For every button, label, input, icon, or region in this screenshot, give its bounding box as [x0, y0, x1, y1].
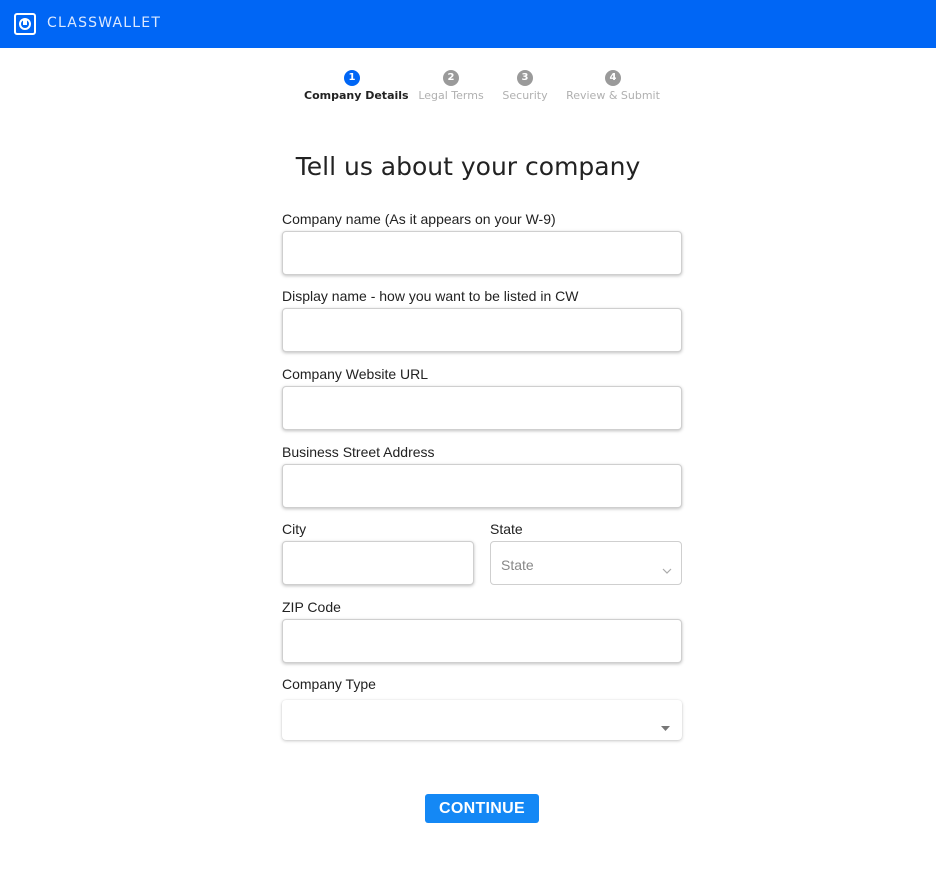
zip-label: ZIP Code [282, 599, 341, 615]
step-number: 4 [605, 70, 621, 86]
page-title: Tell us about your company [295, 152, 641, 181]
top-bar: CLASSWALLET [0, 0, 936, 48]
step-legal-terms: 2 Legal Terms [416, 70, 486, 102]
step-label: Review & Submit [566, 89, 660, 102]
city-label: City [282, 521, 307, 537]
company-name-input[interactable] [282, 231, 682, 275]
step-label: Security [502, 89, 548, 102]
brand-name: CLASSWALLET [47, 15, 162, 31]
caret-down-icon [661, 718, 670, 736]
zip-input[interactable] [282, 619, 682, 663]
city-input[interactable] [282, 541, 474, 585]
company-type-select[interactable] [282, 700, 682, 740]
website-label: Company Website URL [282, 366, 429, 382]
progress-stepper: 1 Company Details 2 Legal Terms 3 Securi… [0, 70, 936, 110]
classwallet-logo-icon [14, 13, 36, 35]
step-number: 1 [344, 70, 360, 86]
continue-button[interactable]: CONTINUE [425, 794, 539, 823]
step-company-details: 1 Company Details [304, 70, 409, 102]
state-select[interactable]: State [490, 541, 682, 585]
display-name-label: Display name - how you want to be listed… [282, 288, 579, 304]
chevron-down-icon [662, 561, 672, 579]
website-input[interactable] [282, 386, 682, 430]
state-placeholder: State [501, 557, 534, 573]
step-label: Legal Terms [418, 89, 484, 102]
step-label: Company Details [304, 89, 409, 102]
street-address-input[interactable] [282, 464, 682, 508]
step-review-submit: 4 Review & Submit [565, 70, 661, 102]
step-security: 3 Security [500, 70, 550, 102]
company-name-label: Company name (As it appears on your W-9) [282, 211, 556, 227]
company-type-label: Company Type [282, 676, 376, 692]
display-name-input[interactable] [282, 308, 682, 352]
state-label: State [490, 521, 523, 537]
step-number: 2 [443, 70, 459, 86]
street-address-label: Business Street Address [282, 444, 435, 460]
step-number: 3 [517, 70, 533, 86]
